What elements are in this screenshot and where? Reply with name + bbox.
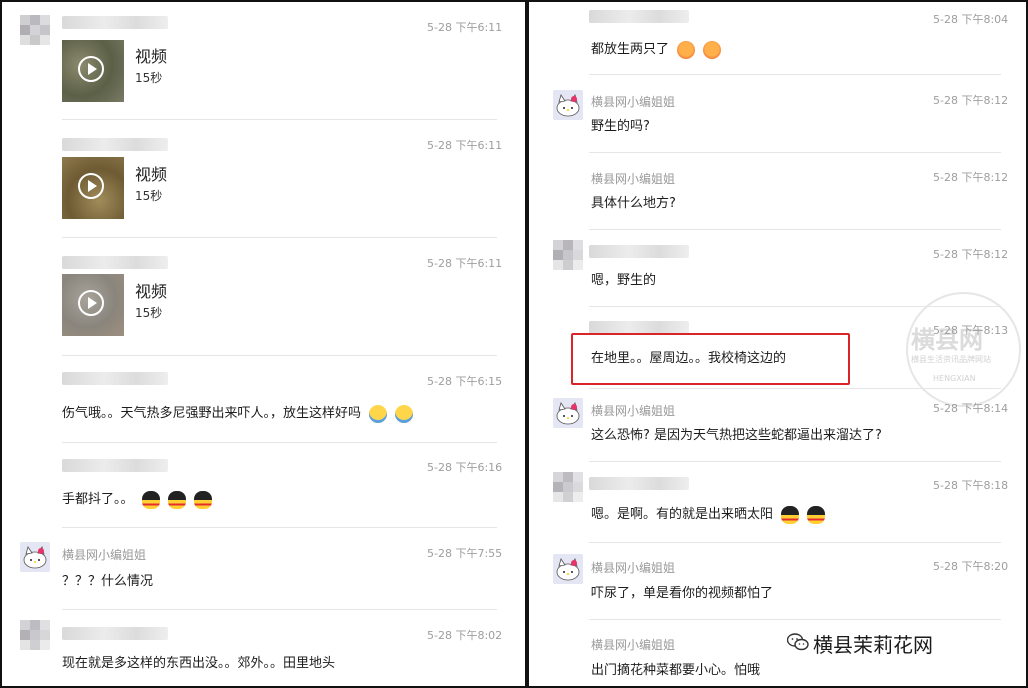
message-time: 5-28 下午8:12 (933, 171, 1009, 184)
hello-kitty-icon (553, 554, 583, 584)
message-text: ？？？什么情况 (62, 574, 154, 589)
sender-name-blurred (62, 138, 168, 151)
avatar[interactable] (553, 240, 583, 270)
message-text: 手都抖了。。 (62, 488, 212, 509)
message-time: 5-28 下午6:11 (427, 21, 503, 34)
video-thumbnail[interactable] (62, 157, 124, 219)
message-time: 5-28 下午8:02 (427, 629, 503, 642)
divider (62, 527, 497, 528)
avatar[interactable] (20, 15, 50, 45)
qq-penguin-emoji-icon (781, 505, 800, 524)
message-text: 嗯，野生的 (591, 273, 657, 288)
sender-name-blurred (589, 245, 689, 258)
divider (62, 355, 497, 356)
divider (62, 119, 497, 120)
message-text: 伤气哦。。天气热多尼强野出来吓人。，放生这样好吗 (62, 402, 414, 423)
sender-name-blurred (62, 256, 168, 269)
qq-penguin-emoji-icon (193, 490, 212, 509)
sender-name: 横县网小编姐姐 (591, 404, 676, 418)
divider (589, 619, 1001, 620)
divider (589, 229, 1001, 230)
hello-kitty-icon (553, 398, 583, 428)
laugh-cry-emoji-icon (395, 404, 414, 423)
message-time: 5-28 下午8:12 (933, 94, 1009, 107)
message-text: 嗯。是啊。有的就是出来晒太阳 (591, 503, 826, 524)
sender-name-blurred (589, 477, 689, 490)
message-text: 这么恐怖? 是因为天气热把这些蛇都逼出来溜达了? (591, 428, 882, 443)
qq-penguin-emoji-icon (807, 505, 826, 524)
sender-name: 横县网小编姐姐 (591, 638, 676, 652)
qq-penguin-emoji-icon (141, 490, 160, 509)
sender-name-blurred (62, 627, 168, 640)
message-time: 5-28 下午7:55 (427, 547, 503, 560)
video-thumbnail[interactable] (62, 274, 124, 336)
right-chat-panel: 横县网 横县生活资讯品牌网站 HENGXIAN 5-28 下午8:04 都放生两… (527, 0, 1028, 688)
video-label: 视频 (135, 165, 168, 184)
hello-kitty-icon (553, 90, 583, 120)
avatar-hello-kitty[interactable] (553, 90, 583, 120)
divider (589, 542, 1001, 543)
watermark-subtext: 横县生活资讯品牌网站 (911, 355, 991, 364)
sender-name-blurred (62, 16, 168, 29)
wechat-icon (787, 633, 809, 651)
message-text: 野生的吗? (591, 119, 650, 134)
message-time: 5-28 下午8:12 (933, 248, 1009, 261)
message-text: 出门摘花种菜都要小心。怕哦 (591, 663, 761, 678)
video-thumbnail[interactable] (62, 40, 124, 102)
divider (589, 74, 1001, 75)
message-text: 现在就是多这样的东西出没。。郊外。。田里地头 (62, 656, 336, 671)
message-time: 5-28 下午6:11 (427, 139, 503, 152)
message-text: 都放生两只了 (591, 38, 722, 59)
video-duration: 15秒 (135, 71, 163, 85)
divider (62, 609, 497, 610)
sender-name: 横县网小编姐姐 (591, 172, 676, 186)
sender-name-blurred (589, 10, 689, 23)
play-icon[interactable] (78, 56, 104, 82)
avatar[interactable] (20, 620, 50, 650)
message-time: 5-28 下午8:20 (933, 560, 1009, 573)
sender-name: 横县网小编姐姐 (591, 561, 676, 575)
hello-kitty-icon (20, 542, 50, 572)
sender-name-blurred (62, 459, 168, 472)
avatar-hello-kitty[interactable] (553, 554, 583, 584)
left-chat-panel: 5-28 下午6:11 视频 15秒 5-28 下午6:11 视频 15秒 5-… (0, 0, 527, 688)
message-time: 5-28 下午8:14 (933, 402, 1009, 415)
message-time: 5-28 下午6:11 (427, 257, 503, 270)
divider (62, 442, 497, 443)
laugh-cry-emoji-icon (369, 404, 388, 423)
divider (589, 152, 1001, 153)
divider (62, 237, 497, 238)
message-time: 5-28 下午6:15 (427, 375, 503, 388)
video-label: 视频 (135, 282, 168, 301)
angry-emoji-icon (703, 40, 722, 59)
watermark-latin: HENGXIAN (933, 374, 976, 383)
avatar-hello-kitty[interactable] (553, 398, 583, 428)
divider (589, 306, 1001, 307)
message-time: 5-28 下午6:16 (427, 461, 503, 474)
sender-name-blurred (62, 372, 168, 385)
sender-name: 横县网小编姐姐 (62, 548, 147, 562)
avatar-hello-kitty[interactable] (20, 542, 50, 572)
brand-name: 横县茉莉花网 (813, 633, 933, 657)
message-time: 5-28 下午8:18 (933, 479, 1009, 492)
message-text: 吓尿了，单是看你的视频都怕了 (591, 586, 774, 601)
play-icon[interactable] (78, 290, 104, 316)
highlight-box (571, 333, 850, 385)
video-duration: 15秒 (135, 189, 163, 203)
divider (589, 461, 1001, 462)
play-icon[interactable] (78, 173, 104, 199)
qq-penguin-emoji-icon (167, 490, 186, 509)
sender-name: 横县网小编姐姐 (591, 95, 676, 109)
message-text: 具体什么地方? (591, 196, 676, 211)
video-duration: 15秒 (135, 306, 163, 320)
message-time: 5-28 下午8:13 (933, 324, 1009, 337)
angry-emoji-icon (677, 40, 696, 59)
avatar[interactable] (553, 472, 583, 502)
video-label: 视频 (135, 47, 168, 66)
message-time: 5-28 下午8:04 (933, 13, 1009, 26)
divider (589, 388, 1001, 389)
